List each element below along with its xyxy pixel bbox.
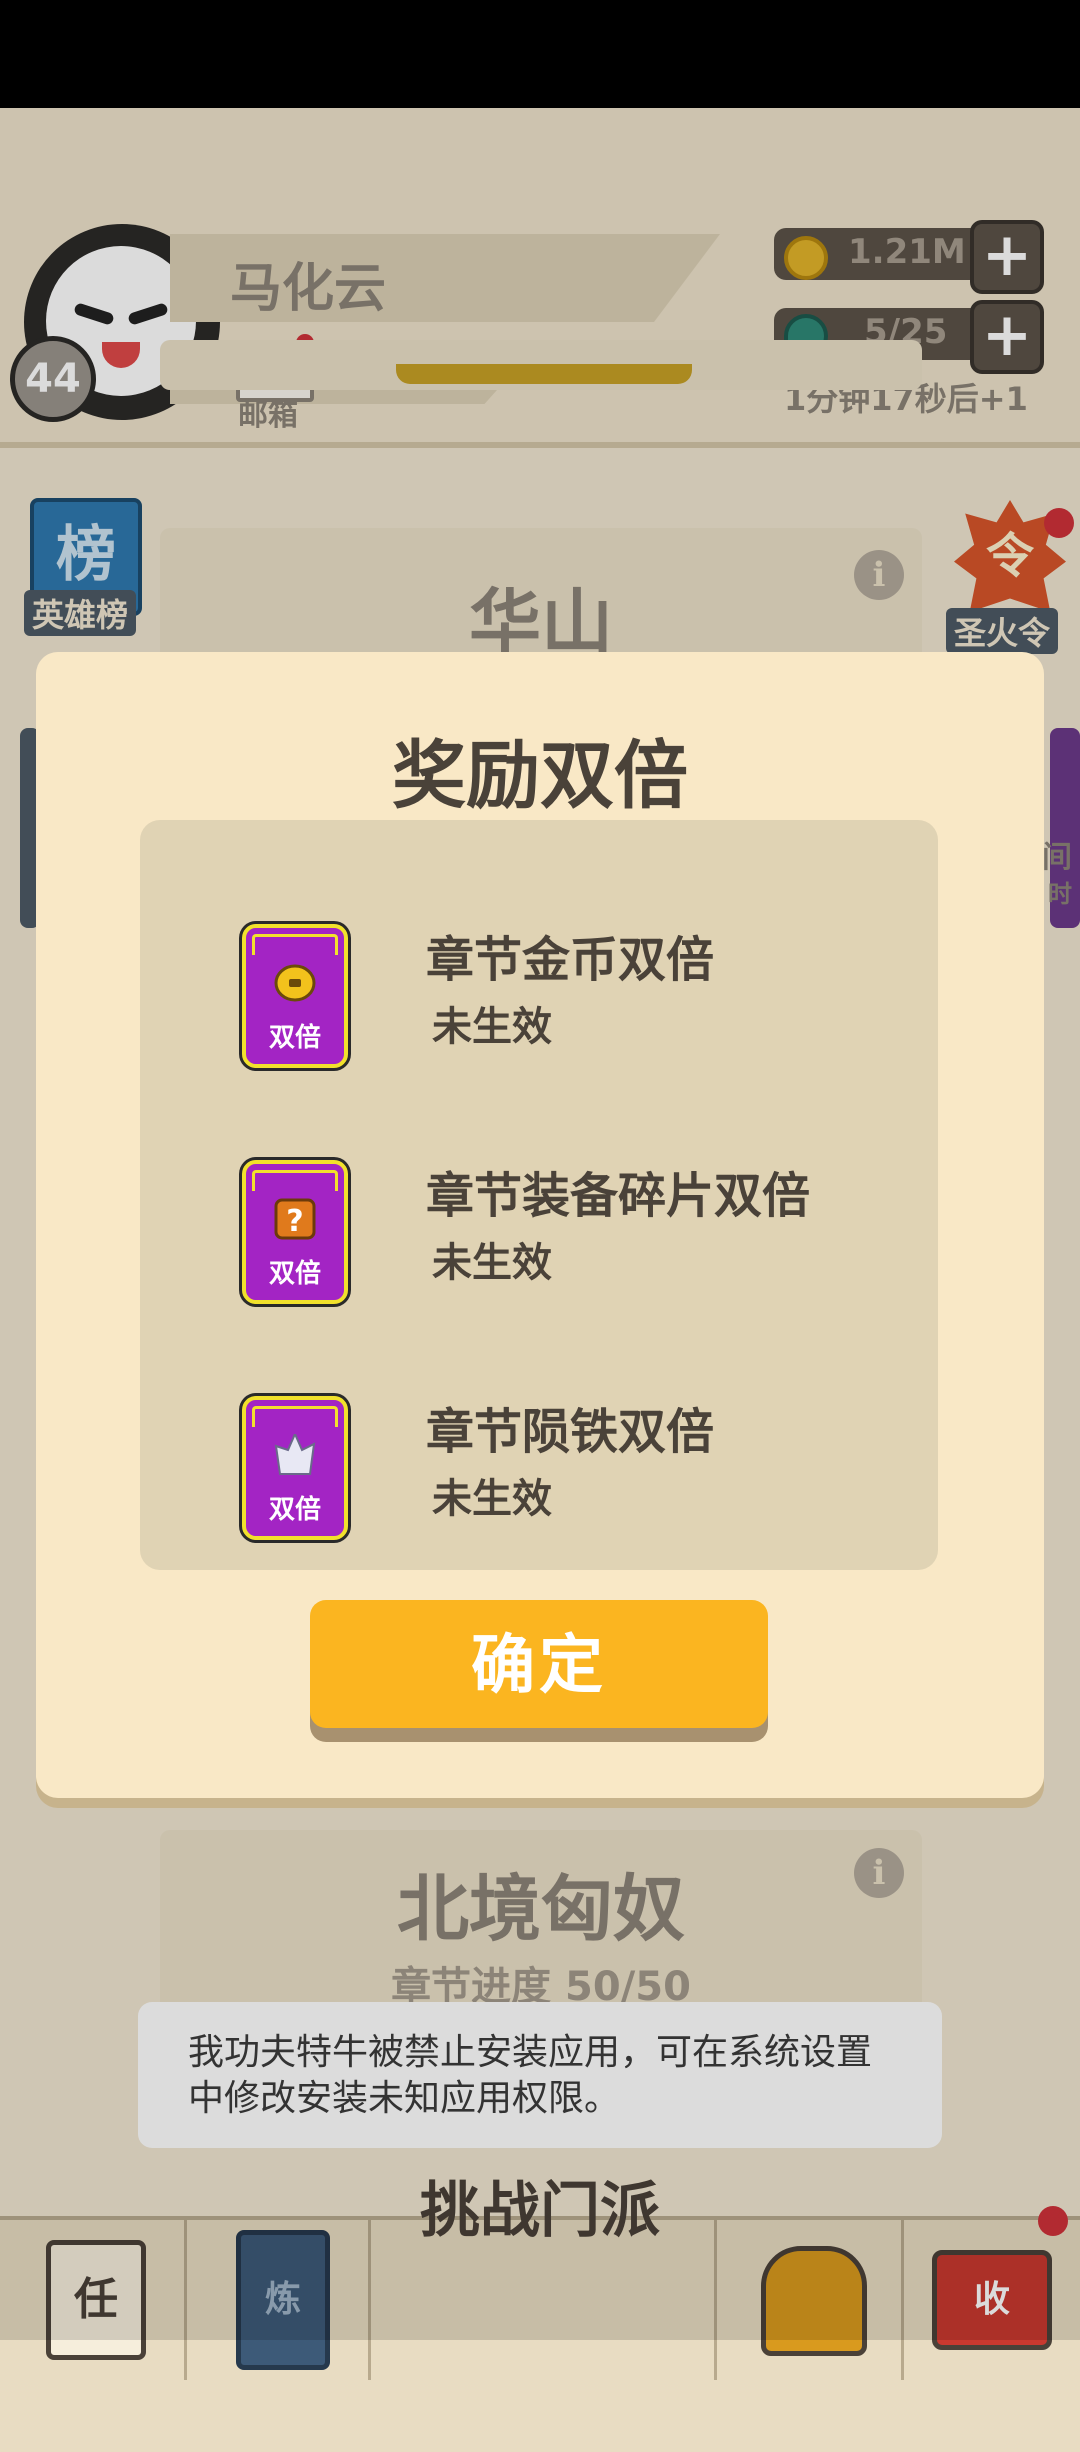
toast-message: 我功夫特牛被禁止安装应用，可在系统设置中修改安装未知应用权限。 — [138, 2002, 942, 2148]
reward-card-coin: 双倍 — [242, 924, 348, 1068]
card-label: 双倍 — [268, 1259, 321, 1289]
reward-card-meteor-iron: 双倍 — [242, 1396, 348, 1540]
reward-name: 章节装备碎片双倍 — [426, 1168, 811, 1224]
status-bar — [0, 0, 1080, 108]
reward-name: 章节金币双倍 — [426, 932, 715, 988]
reward-name: 章节陨铁双倍 — [426, 1404, 715, 1460]
reward-status: 未生效 — [432, 1240, 552, 1286]
reward-list: 双倍 章节金币双倍 未生效 ? 双倍 章节装备碎片双倍 未生效 双倍 章节陨铁双… — [140, 820, 938, 1570]
crystal-icon — [274, 1431, 316, 1476]
double-reward-dialog: 奖励双倍 双倍 章节金币双倍 未生效 ? 双倍 章节装备碎片双倍 未生效 双倍 … — [36, 652, 1044, 1798]
question-box-icon: ? — [274, 1198, 316, 1240]
reward-status: 未生效 — [432, 1476, 552, 1522]
dialog-title: 奖励双倍 — [392, 733, 688, 819]
card-frame — [252, 1170, 338, 1191]
card-frame — [252, 1406, 338, 1427]
confirm-button[interactable]: 确定 — [310, 1600, 768, 1728]
card-frame — [252, 934, 338, 955]
reward-status: 未生效 — [432, 1004, 552, 1050]
reward-card-equipment-fragment: ? 双倍 — [242, 1160, 348, 1304]
svg-text:?: ? — [286, 1204, 303, 1239]
card-label: 双倍 — [268, 1023, 321, 1053]
coin-icon — [274, 962, 316, 1004]
card-label: 双倍 — [268, 1495, 321, 1525]
